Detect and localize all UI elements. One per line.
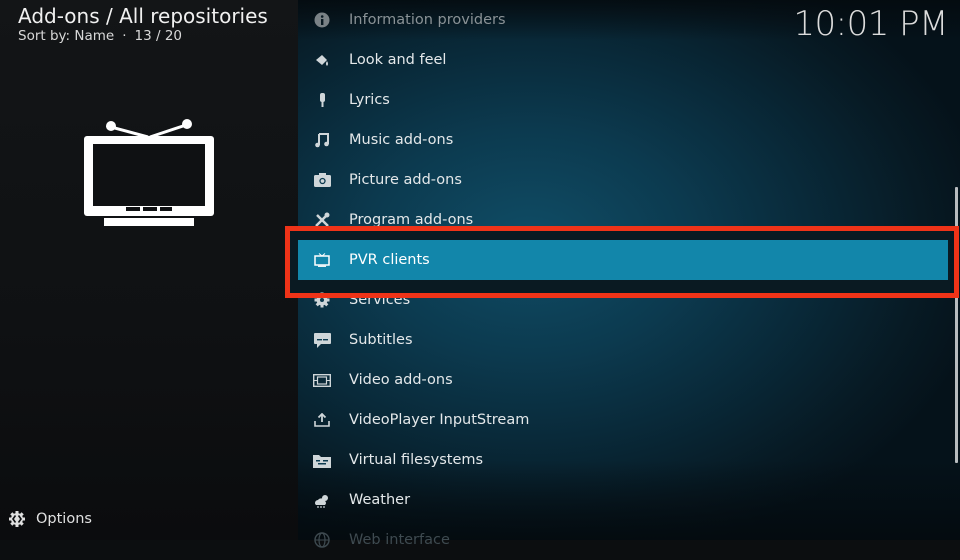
list-item-video-add-ons[interactable]: Video add-ons <box>298 360 948 400</box>
item-label: Virtual filesystems <box>349 452 484 468</box>
addon-category-list: Information providers Look and feel Lyri… <box>298 0 960 548</box>
scrollbar[interactable] <box>955 187 958 463</box>
item-label: Web interface <box>349 532 450 548</box>
list-item-music-add-ons[interactable]: Music add-ons <box>298 120 948 160</box>
item-label: Information providers <box>349 12 506 28</box>
list-item-web-interface[interactable]: Web interface <box>298 520 948 560</box>
item-label: Services <box>349 292 411 308</box>
item-label: Look and feel <box>349 52 447 68</box>
item-label: Program add-ons <box>349 212 474 228</box>
list-item-lyrics[interactable]: Lyrics <box>298 80 948 120</box>
list-item-pvr-clients[interactable]: PVR clients <box>298 240 948 280</box>
list-position: 13 / 20 <box>134 28 183 44</box>
clock: 10:01 PM <box>793 4 948 44</box>
list-item-services[interactable]: Services <box>298 280 948 320</box>
page-title: Add-ons / All repositories <box>18 4 268 28</box>
list-item-weather[interactable]: Weather <box>298 480 948 520</box>
tv-icon <box>312 251 332 269</box>
microphone-icon <box>312 91 332 109</box>
item-label: Picture add-ons <box>349 172 462 188</box>
item-label: VideoPlayer InputStream <box>349 412 530 428</box>
camera-icon <box>312 171 332 189</box>
weather-icon <box>312 491 332 509</box>
list-item-picture-add-ons[interactable]: Picture add-ons <box>298 160 948 200</box>
tv-icon <box>84 119 214 226</box>
item-label: Video add-ons <box>349 372 453 388</box>
list-item-program-add-ons[interactable]: Program add-ons <box>298 200 948 240</box>
subtitles-icon <box>312 331 332 349</box>
globe-icon <box>312 531 332 549</box>
list-item-virtual-filesystems[interactable]: Virtual filesystems <box>298 440 948 480</box>
item-label: Lyrics <box>349 92 390 108</box>
list-item-videoplayer-inputstream[interactable]: VideoPlayer InputStream <box>298 400 948 440</box>
folder-zip-icon <box>312 451 332 469</box>
film-icon <box>312 371 332 389</box>
item-label: Weather <box>349 492 411 508</box>
list-item-subtitles[interactable]: Subtitles <box>298 320 948 360</box>
left-pane <box>0 0 298 540</box>
download-tray-icon <box>312 411 332 429</box>
gear-icon <box>312 291 332 309</box>
item-label: PVR clients <box>349 252 430 268</box>
paint-bucket-icon <box>312 51 332 69</box>
sort-info: Sort by: Name · 13 / 20 <box>18 28 182 44</box>
tools-icon <box>312 211 332 229</box>
options-button[interactable]: Options <box>8 510 92 528</box>
item-label: Subtitles <box>349 332 413 348</box>
options-gear-icon <box>9 511 25 527</box>
music-note-icon <box>312 131 332 149</box>
sort-label[interactable]: Sort by: Name <box>18 28 114 44</box>
item-label: Music add-ons <box>349 132 454 148</box>
list-item-look-and-feel[interactable]: Look and feel <box>298 40 948 80</box>
separator: · <box>122 28 127 44</box>
options-label: Options <box>36 511 92 527</box>
info-icon <box>312 11 332 29</box>
